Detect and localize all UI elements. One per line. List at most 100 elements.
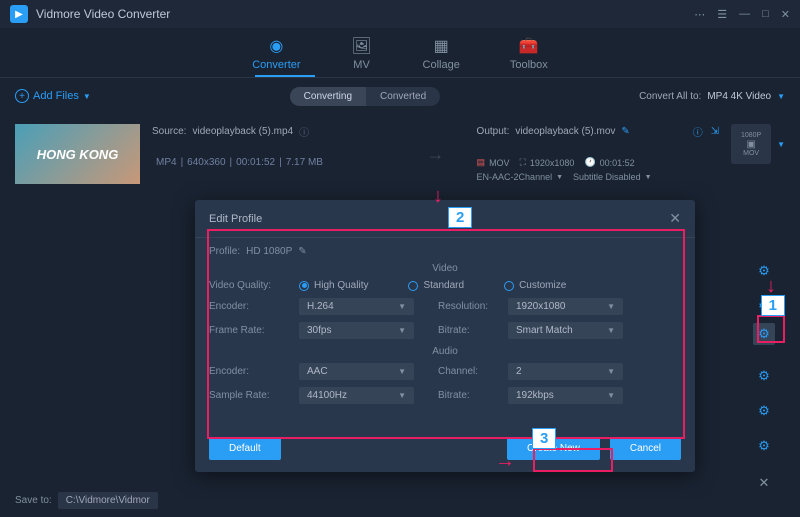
convert-format-select[interactable]: MP4 4K Video ▼ [707, 91, 785, 102]
nav-label: Collage [423, 59, 460, 71]
maximize-icon[interactable]: □ [762, 8, 769, 21]
radio-customize[interactable]: Customize [504, 280, 566, 291]
bitrate-label: Bitrate: [438, 325, 500, 336]
app-title: Vidmore Video Converter [36, 7, 694, 21]
compress-icon[interactable]: ⇲ [711, 126, 719, 137]
modal-title: Edit Profile [209, 213, 669, 225]
close-icon[interactable]: ✕ [781, 8, 790, 21]
add-files-button[interactable]: + Add Files ▼ [15, 89, 91, 103]
video-section-title: Video [209, 263, 681, 274]
resolution-icon: ⛶ [520, 157, 526, 168]
nav-collage[interactable]: ▦ Collage [423, 35, 460, 71]
audio-encoder-select[interactable]: AAC▼ [299, 363, 414, 380]
audio-encoder-label: Encoder: [209, 366, 291, 377]
tab-converted[interactable]: Converted [366, 87, 440, 106]
resolution-label: Resolution: [438, 301, 500, 312]
bottom-bar: Save to: C:\Vidmore\Vidmor [15, 492, 158, 509]
video-encoder-select[interactable]: H.264▼ [299, 298, 414, 315]
minimize-icon[interactable]: — [739, 8, 750, 21]
source-meta: MP4|640x360|00:01:52|7.17 MB [152, 157, 395, 168]
profile-value: HD 1080P [246, 246, 292, 257]
info-icon[interactable]: ⓘ [693, 124, 703, 139]
callout-1: 1 [761, 295, 785, 316]
source-label: Source: [152, 126, 186, 137]
nav-label: Converter [252, 59, 300, 71]
samplerate-label: Sample Rate: [209, 390, 291, 401]
content-area: HONG KONG Source: videoplayback (5).mp4 … [0, 114, 800, 194]
collage-icon: ▦ [430, 35, 452, 57]
audio-section-title: Audio [209, 346, 681, 357]
channel-label: Channel: [438, 366, 500, 377]
encoder-label: Encoder: [209, 301, 291, 312]
modal-header: Edit Profile ✕ [195, 200, 695, 238]
audio-bitrate-select[interactable]: 192kbps▼ [508, 387, 623, 404]
gear-icon-active[interactable]: ⚙ [753, 323, 775, 345]
audio-bitrate-label: Bitrate: [438, 390, 500, 401]
chevron-down-icon[interactable]: ▼ [556, 174, 563, 181]
plus-icon: + [15, 89, 29, 103]
chevron-down-icon: ▼ [777, 92, 785, 101]
output-info: Output: videoplayback (5).mov ✎ ⓘ ⇲ ▤MOV… [477, 124, 720, 182]
nav-label: MV [353, 59, 370, 71]
callout-3: 3 [532, 428, 556, 449]
nav-mv[interactable]: 🖼 MV [351, 35, 373, 71]
red-arrow-3: → [495, 450, 515, 473]
format-icon: ▤ [477, 157, 486, 168]
output-format-badge[interactable]: 1080P ▣ MOV [731, 124, 771, 164]
nav-label: Toolbox [510, 59, 548, 71]
quality-label: Video Quality: [209, 280, 291, 291]
cancel-button[interactable]: Cancel [610, 437, 681, 460]
nav-toolbox[interactable]: 🧰 Toolbox [510, 35, 548, 71]
delete-icon[interactable]: ✕ [753, 472, 775, 494]
output-label: Output: [477, 126, 510, 137]
save-path-field[interactable]: C:\Vidmore\Vidmor [58, 492, 158, 509]
edit-icon[interactable]: ✎ [621, 126, 629, 137]
file-row: HONG KONG Source: videoplayback (5).mp4 … [15, 124, 785, 184]
resolution-select[interactable]: 1920x1080▼ [508, 298, 623, 315]
edit-icon[interactable]: ✎ [298, 246, 306, 257]
feedback-icon[interactable]: ⋯ [694, 8, 705, 21]
window-controls: ⋯ ☰ — □ ✕ [694, 8, 790, 21]
channel-select[interactable]: 2▼ [508, 363, 623, 380]
tab-group: Converting Converted [290, 87, 441, 106]
source-info: Source: videoplayback (5).mp4 ⓘ MP4|640x… [152, 124, 395, 168]
add-files-label: Add Files [33, 90, 79, 102]
edit-profile-modal: Edit Profile ✕ Profile: HD 1080P ✎ Video… [195, 200, 695, 472]
gear-icon[interactable]: ⚙ [753, 365, 775, 387]
chevron-down-icon[interactable]: ▼ [777, 140, 785, 149]
clock-icon: 🕐 [584, 157, 595, 168]
chevron-down-icon: ▼ [83, 92, 91, 101]
gear-icon[interactable]: ⚙ [753, 435, 775, 457]
profile-label: Profile: [209, 246, 240, 257]
gear-icon[interactable]: ⚙ [753, 400, 775, 422]
source-filename: videoplayback (5).mp4 [192, 126, 293, 137]
chevron-down-icon[interactable]: ▼ [645, 174, 652, 181]
menu-icon[interactable]: ☰ [717, 8, 727, 21]
convert-all-to: Convert All to: MP4 4K Video ▼ [639, 91, 785, 102]
video-bitrate-select[interactable]: Smart Match▼ [508, 322, 623, 339]
toolbar: + Add Files ▼ Converting Converted Conve… [0, 78, 800, 114]
toolbox-icon: 🧰 [518, 35, 540, 57]
save-to-label: Save to: [15, 495, 52, 506]
info-icon[interactable]: ⓘ [299, 124, 309, 139]
video-thumbnail[interactable]: HONG KONG [15, 124, 140, 184]
nav-underline [255, 75, 315, 77]
samplerate-select[interactable]: 44100Hz▼ [299, 387, 414, 404]
modal-footer: Default Create New Cancel [195, 425, 695, 472]
mv-icon: 🖼 [351, 35, 373, 57]
radio-high-quality[interactable]: High Quality [299, 280, 368, 291]
main-nav: ◉ Converter 🖼 MV ▦ Collage 🧰 Toolbox [0, 28, 800, 78]
close-icon[interactable]: ✕ [669, 210, 681, 227]
convert-value: MP4 4K Video [707, 91, 771, 102]
framerate-select[interactable]: 30fps▼ [299, 322, 414, 339]
nav-converter[interactable]: ◉ Converter [252, 35, 300, 71]
default-button[interactable]: Default [209, 437, 281, 460]
red-arrow-2: ↓ [433, 185, 443, 208]
titlebar: ▶ Vidmore Video Converter ⋯ ☰ — □ ✕ [0, 0, 800, 28]
framerate-label: Frame Rate: [209, 325, 291, 336]
modal-body: Profile: HD 1080P ✎ Video Encoder: Video… [195, 238, 695, 425]
radio-standard[interactable]: Standard [408, 280, 464, 291]
converter-icon: ◉ [265, 35, 287, 57]
convert-label: Convert All to: [639, 91, 701, 102]
tab-converting[interactable]: Converting [290, 87, 366, 106]
